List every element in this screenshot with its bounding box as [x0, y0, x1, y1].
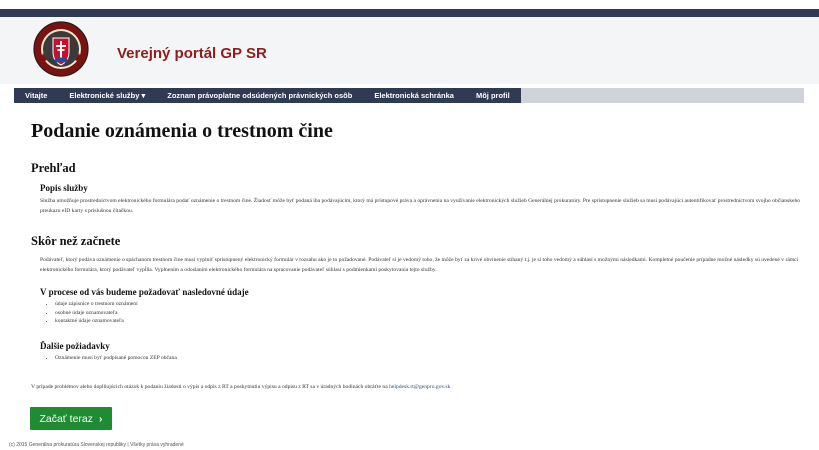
required-heading: V procese od vás budeme požadovať nasled… [40, 287, 249, 297]
nav-item-elektronicke-sluzby[interactable]: Elektronické služby ▾ [58, 88, 156, 103]
list-item: Oznámenie musí byť podpísané pomocou ZEP… [55, 354, 177, 363]
footer-copyright: (c) 2015 Generálna prokuratúra Slovenske… [9, 442, 184, 448]
start-now-button[interactable]: Začať teraz › [30, 407, 112, 430]
help-text: V prípade problémov alebo doplňujúcich o… [31, 384, 388, 390]
service-desc-heading: Popis služby [40, 183, 88, 193]
additional-list: Oznámenie musí byť podpísané pomocou ZEP… [40, 354, 177, 363]
portal-title: Verejný portál GP SR [117, 45, 267, 62]
nav-filler [520, 88, 804, 103]
prokuratura-crest-icon[interactable] [29, 20, 93, 78]
list-item: osobné údaje oznamovateľa [55, 309, 138, 318]
before-heading: Skôr než začnete [31, 234, 121, 248]
service-desc-text: Služba umožňuje prostredníctvom elektron… [40, 198, 801, 214]
list-item: údaje zápisnice o trestnom oznámení [55, 300, 138, 309]
additional-heading: Ďalšie požiadavky [40, 341, 110, 351]
required-list: údaje zápisnice o trestnom oznámení osob… [40, 300, 138, 326]
overview-heading: Prehľad [31, 161, 76, 175]
help-text-line: V prípade problémov alebo doplňujúcich o… [31, 382, 811, 392]
nav-item-moj-profil[interactable]: Môj profil [465, 88, 521, 103]
chevron-right-icon: › [99, 412, 103, 425]
nav-item-vitajte[interactable]: Vitajte [14, 88, 58, 103]
nav-item-elektronicka-schranka[interactable]: Elektronická schránka [363, 88, 465, 103]
list-item: kontaktné údaje oznamovateľa [55, 317, 138, 326]
before-text: Podávateľ, ktorý podáva oznámenie o spác… [40, 257, 799, 273]
page-title: Podanie oznámenia o trestnom čine [31, 120, 333, 142]
top-bar [0, 9, 819, 17]
nav-item-zoznam-odsudenych[interactable]: Zoznam právoplatne odsúdených právnickýc… [156, 88, 363, 103]
helpdesk-email-link[interactable]: helpdesk.rt@genpro.gov.sk [389, 384, 450, 390]
main-nav: Vitajte Elektronické služby ▾ Zoznam prá… [14, 88, 804, 103]
start-now-label: Začať teraz [39, 412, 94, 425]
